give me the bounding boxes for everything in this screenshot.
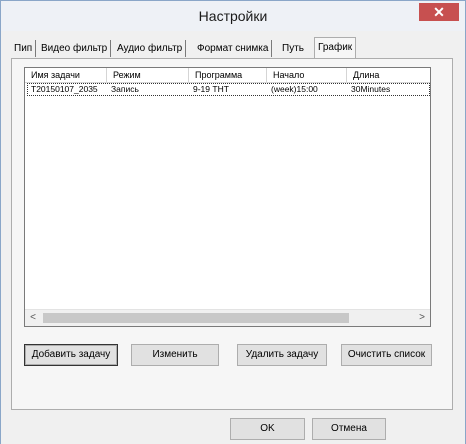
cell-program: 9-19 ТНТ bbox=[193, 84, 229, 94]
list-header: Имя задачи Режим Программа Начало Длина bbox=[25, 68, 430, 83]
task-list[interactable]: Имя задачи Режим Программа Начало Длина … bbox=[24, 67, 431, 327]
column-header-start[interactable]: Начало bbox=[267, 68, 347, 82]
add-task-button[interactable]: Добавить задачу bbox=[24, 344, 118, 366]
close-button[interactable]: ✕ bbox=[419, 3, 459, 21]
cancel-button[interactable]: Отмена bbox=[312, 418, 386, 440]
tab-path[interactable]: Путь bbox=[279, 40, 307, 57]
tab-snapshot-format[interactable]: Формат снимка bbox=[194, 40, 273, 57]
column-header-duration[interactable]: Длина bbox=[347, 68, 430, 82]
cell-mode: Запись bbox=[111, 84, 139, 94]
ok-button[interactable]: OK bbox=[230, 418, 305, 440]
close-icon: ✕ bbox=[433, 4, 445, 20]
settings-dialog: Настройки ✕ Пип Видео фильтр Аудио фильт… bbox=[0, 0, 466, 444]
tab-video-filter[interactable]: Видео фильтр bbox=[38, 40, 112, 57]
column-header-program[interactable]: Программа bbox=[189, 68, 267, 82]
tab-schedule[interactable]: График bbox=[314, 37, 357, 58]
cell-task-name: T20150107_2035 bbox=[31, 84, 98, 94]
clear-list-button[interactable]: Очистить список bbox=[341, 344, 432, 366]
cell-duration: 30Minutes bbox=[351, 84, 391, 94]
tab-pip[interactable]: Пип bbox=[11, 40, 37, 57]
tab-audio-filter[interactable]: Аудио фильтр bbox=[114, 40, 187, 57]
delete-task-button[interactable]: Удалить задачу bbox=[237, 344, 327, 366]
title-bar: Настройки ✕ bbox=[1, 1, 465, 31]
table-row[interactable]: T20150107_2035 Запись 9-19 ТНТ (week)15:… bbox=[27, 83, 430, 96]
horizontal-scrollbar[interactable]: < > bbox=[25, 309, 430, 326]
column-header-mode[interactable]: Режим bbox=[107, 68, 189, 82]
scroll-thumb[interactable] bbox=[43, 313, 349, 323]
scroll-right-icon[interactable]: > bbox=[414, 310, 430, 326]
cell-start: (week)15:00 bbox=[271, 84, 318, 94]
scroll-left-icon[interactable]: < bbox=[25, 310, 41, 326]
dialog-title: Настройки bbox=[198, 8, 268, 24]
edit-task-button[interactable]: Изменить bbox=[131, 344, 219, 366]
column-header-task-name[interactable]: Имя задачи bbox=[25, 68, 107, 82]
